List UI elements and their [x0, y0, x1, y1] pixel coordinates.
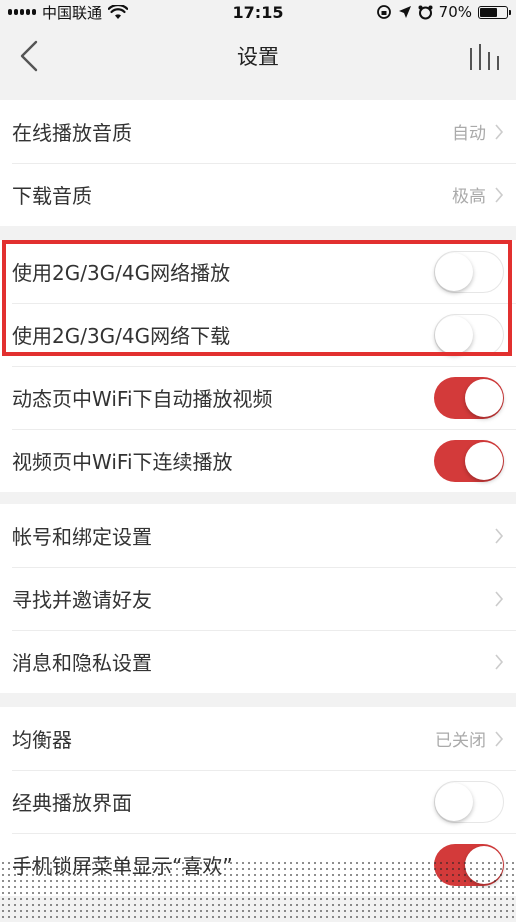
status-time: 17:15 — [232, 2, 284, 22]
setting-row-mobile-download: 使用2G/3G/4G网络下载 — [0, 303, 516, 366]
chevron-right-icon — [495, 653, 504, 670]
wifi-icon — [108, 4, 129, 19]
page-title: 设置 — [237, 45, 279, 69]
toggle-switch[interactable] — [434, 843, 504, 886]
battery-icon — [478, 5, 511, 19]
chevron-right-icon — [495, 186, 504, 203]
setting-value: 自动 — [452, 124, 486, 144]
setting-label: 寻找并邀请好友 — [12, 588, 152, 612]
setting-label: 消息和隐私设置 — [12, 651, 152, 675]
settings-group-account: 帐号和绑定设置 寻找并邀请好友 消息和隐私设置 — [0, 504, 516, 693]
setting-label: 经典播放界面 — [12, 791, 132, 815]
setting-row-account-binding[interactable]: 帐号和绑定设置 — [0, 504, 516, 567]
setting-row-wifi-autoplay-video: 动态页中WiFi下自动播放视频 — [0, 366, 516, 429]
status-right: 70% — [376, 3, 511, 21]
setting-value: 极高 — [452, 187, 486, 207]
toggle-switch[interactable] — [434, 780, 504, 823]
navigation-bar: 设置 — [0, 24, 516, 88]
chevron-right-icon — [495, 527, 504, 544]
setting-row-message-privacy[interactable]: 消息和隐私设置 — [0, 630, 516, 693]
setting-label: 在线播放音质 — [12, 121, 132, 145]
location-icon — [398, 6, 411, 18]
chevron-right-icon — [495, 123, 504, 140]
toggle-switch[interactable] — [434, 250, 504, 293]
setting-label: 均衡器 — [12, 728, 72, 752]
carrier-label: 中国联通 — [42, 3, 103, 22]
toggle-switch[interactable] — [434, 439, 504, 482]
rotation-lock-icon — [376, 5, 391, 19]
setting-label: 手机锁屏菜单显示“喜欢” — [12, 854, 233, 878]
equalizer-icon[interactable] — [468, 42, 502, 72]
setting-label: 动态页中WiFi下自动播放视频 — [12, 387, 273, 411]
setting-row-equalizer[interactable]: 均衡器 已关闭 — [0, 707, 516, 770]
settings-group-quality: 在线播放音质 自动 下载音质 极高 — [0, 100, 516, 226]
settings-group-network: 使用2G/3G/4G网络播放 使用2G/3G/4G网络下载 动态页中WiFi下自… — [0, 240, 516, 492]
setting-row-mobile-play: 使用2G/3G/4G网络播放 — [0, 240, 516, 303]
setting-row-invite-friends[interactable]: 寻找并邀请好友 — [0, 567, 516, 630]
battery-percent: 70% — [438, 3, 472, 21]
setting-row-wifi-continuous-play: 视频页中WiFi下连续播放 — [0, 429, 516, 492]
chevron-left-icon[interactable] — [16, 38, 44, 74]
chevron-right-icon — [495, 730, 504, 747]
setting-row-online-quality[interactable]: 在线播放音质 自动 — [0, 100, 516, 163]
setting-label: 使用2G/3G/4G网络播放 — [12, 261, 231, 285]
settings-group-playback: 均衡器 已关闭 经典播放界面 手机锁屏菜单显示“喜欢” — [0, 707, 516, 896]
setting-row-lockscreen-like: 手机锁屏菜单显示“喜欢” — [0, 833, 516, 896]
signal-icon — [8, 9, 36, 15]
toggle-switch[interactable] — [434, 313, 504, 356]
alarm-icon — [418, 5, 433, 19]
status-bar: 中国联通 17:15 70% — [0, 0, 516, 24]
setting-label: 下载音质 — [12, 184, 92, 208]
setting-label: 视频页中WiFi下连续播放 — [12, 450, 233, 474]
setting-row-download-quality[interactable]: 下载音质 极高 — [0, 163, 516, 226]
setting-row-classic-player: 经典播放界面 — [0, 770, 516, 833]
status-left: 中国联通 — [8, 2, 129, 23]
toggle-switch[interactable] — [434, 376, 504, 419]
setting-value: 已关闭 — [435, 731, 486, 751]
chevron-right-icon — [495, 590, 504, 607]
setting-label: 使用2G/3G/4G网络下载 — [12, 324, 231, 348]
setting-label: 帐号和绑定设置 — [12, 525, 152, 549]
